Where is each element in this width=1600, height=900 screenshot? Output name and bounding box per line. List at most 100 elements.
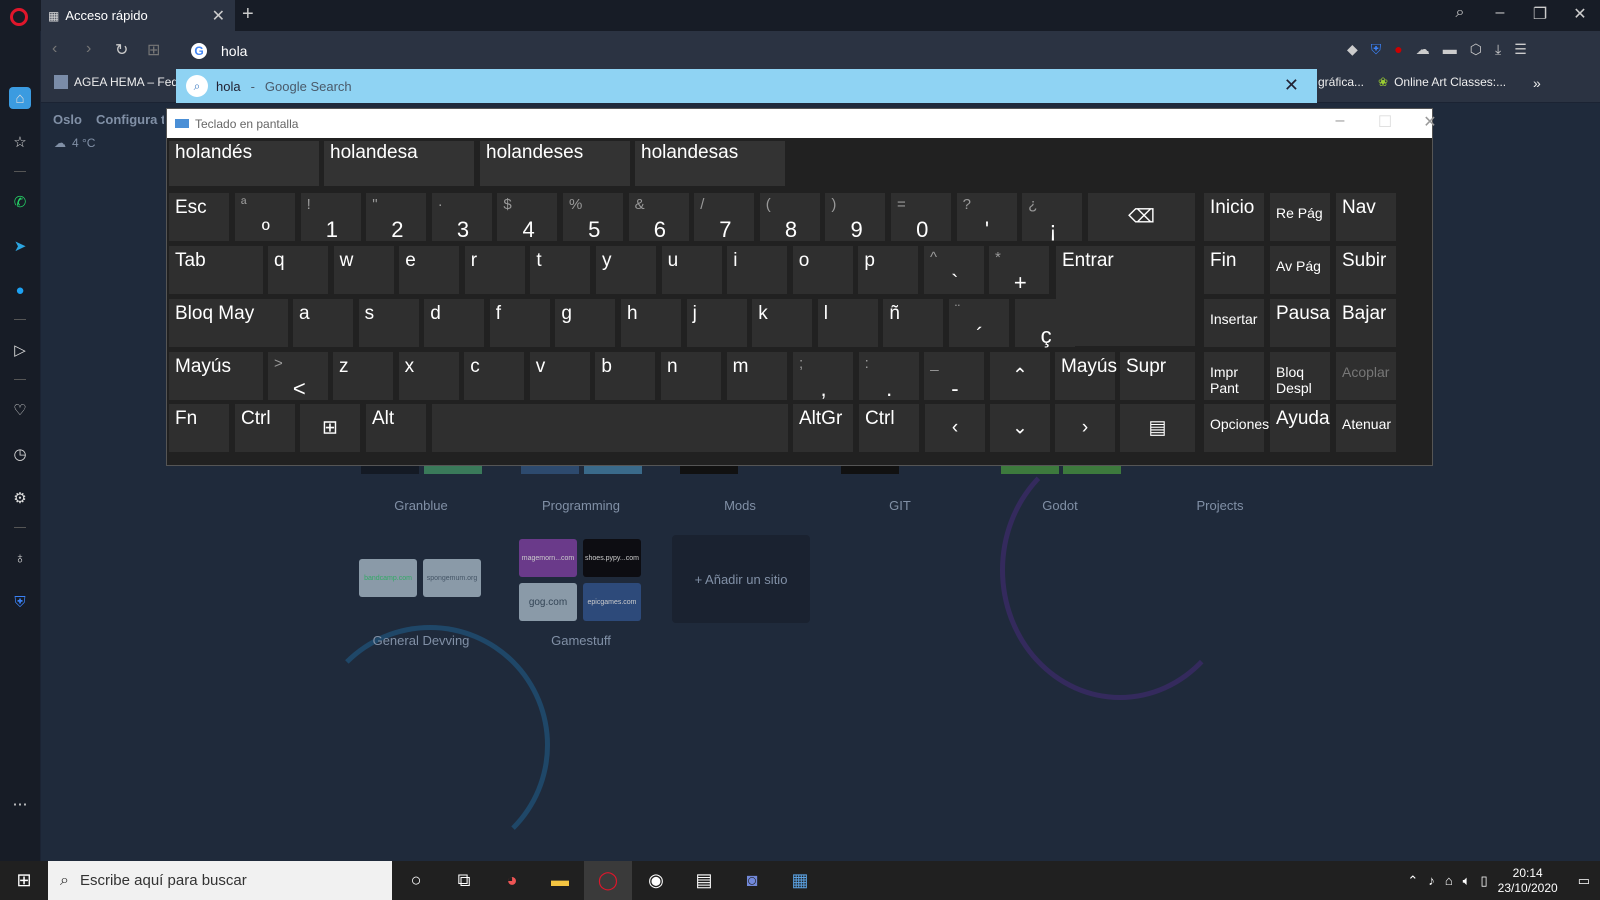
tray-chevron-icon[interactable]: ⌃ xyxy=(1407,873,1418,889)
close-window-button[interactable]: ✕ xyxy=(1565,4,1595,24)
key-enter[interactable]: Entrar xyxy=(1056,246,1195,346)
key-caps-lock[interactable]: Bloq May xyxy=(169,299,288,347)
dial-folder-label[interactable]: GIT xyxy=(840,498,960,513)
key-pgup[interactable]: Re Pág xyxy=(1270,193,1330,241)
suggestion-close-icon[interactable]: ✕ xyxy=(1284,75,1299,96)
key-symbol[interactable]: ^ ` xyxy=(924,246,984,295)
cube-icon[interactable]: ⬡ xyxy=(1470,41,1482,58)
key-letter[interactable]: ñ xyxy=(883,299,944,347)
key-shift[interactable]: Mayús xyxy=(169,352,263,400)
address-input[interactable]: G hola xyxy=(176,36,1316,66)
windows-start-icon[interactable]: ⊞ xyxy=(0,861,48,900)
dial-folder-label[interactable]: Projects xyxy=(1160,498,1280,513)
key-space[interactable] xyxy=(432,404,788,452)
key-digit[interactable]: ? ' xyxy=(956,193,1017,242)
key-digit[interactable]: = 0 xyxy=(891,193,951,242)
osk-taskbar-icon[interactable]: ▦ xyxy=(776,861,824,900)
key-digit[interactable]: ¿ ¡ xyxy=(1022,193,1083,242)
key-esc[interactable]: Esc xyxy=(169,193,229,241)
steam-icon[interactable]: ◉ xyxy=(632,861,680,900)
key-letter[interactable]: s xyxy=(358,299,419,347)
extension-icon[interactable]: ☁ xyxy=(1416,41,1430,58)
key-letter[interactable]: v xyxy=(529,352,590,400)
history-icon[interactable]: ◷ xyxy=(9,443,31,465)
home-icon[interactable]: ⌂ xyxy=(9,87,31,109)
paint-icon[interactable]: ◕ xyxy=(488,861,536,900)
weather-configure[interactable]: Configura t xyxy=(96,112,164,127)
key-letter[interactable]: g xyxy=(555,299,616,347)
key-letter[interactable]: o xyxy=(792,246,853,294)
key-ins[interactable]: Insertar xyxy=(1204,299,1264,347)
opera-logo-icon[interactable] xyxy=(10,8,28,26)
key-delete[interactable]: Supr xyxy=(1120,352,1195,400)
new-tab-button[interactable]: + xyxy=(242,3,254,26)
key-home[interactable]: Inicio xyxy=(1204,193,1264,241)
prediction-item[interactable]: holandesas xyxy=(635,141,785,186)
key-digit[interactable]: (8 xyxy=(759,193,820,242)
key-letter[interactable]: e xyxy=(399,246,460,294)
key-letter[interactable]: z xyxy=(333,352,393,400)
tabs-grid-icon[interactable]: ⊞ xyxy=(147,40,160,60)
key-pause[interactable]: Pausa xyxy=(1270,299,1330,347)
key-letter[interactable]: r xyxy=(464,246,525,294)
key-nav[interactable]: Nav xyxy=(1336,193,1396,241)
key-up[interactable]: Subir xyxy=(1336,246,1396,294)
key-shift-right[interactable]: Mayús xyxy=(1055,352,1117,400)
key-alt[interactable]: Alt xyxy=(366,404,426,452)
twitter-icon[interactable]: ● xyxy=(9,279,31,301)
add-site-button[interactable]: + Añadir un sitio xyxy=(672,535,810,623)
key-letter[interactable]: c xyxy=(464,352,525,400)
prediction-item[interactable]: holandesa xyxy=(324,141,474,186)
restore-button[interactable]: ❐ xyxy=(1525,4,1555,24)
key-letter[interactable]: n xyxy=(661,352,721,400)
search-suggestion[interactable]: ⌕ hola - Google Search ✕ xyxy=(176,69,1317,103)
osk-close-button[interactable]: ✕ xyxy=(1410,112,1450,132)
key-symbol[interactable]: _ - xyxy=(924,352,985,401)
key-symbol[interactable]: > < xyxy=(268,352,328,401)
microphone-icon[interactable]: ♪ xyxy=(1428,873,1435,888)
volume-icon[interactable]: 🔈︎ xyxy=(1463,873,1471,889)
key-fn[interactable]: Fn xyxy=(169,404,229,452)
folder-icon[interactable]: ▬ xyxy=(1443,41,1457,58)
key-altgr[interactable]: AltGr xyxy=(793,404,853,452)
dial-folder-label[interactable]: Gamestuff xyxy=(521,633,641,648)
key-left-arrow-icon[interactable]: ‹ xyxy=(925,404,985,452)
key-backspace-icon[interactable]: ⌫ xyxy=(1088,193,1195,241)
key-letter[interactable]: m xyxy=(726,352,787,400)
key-fade[interactable]: Atenuar xyxy=(1336,404,1396,452)
key-digit[interactable]: /7 xyxy=(694,193,755,242)
key-windows-icon[interactable]: ⊞ xyxy=(300,404,360,452)
usb-icon[interactable]: ▯ xyxy=(1480,873,1487,889)
prediction-item[interactable]: holandeses xyxy=(480,141,630,186)
heart-icon[interactable]: ♡ xyxy=(9,399,31,421)
dial-folder-label[interactable]: Mods xyxy=(680,498,800,513)
key-symbol[interactable]: * + xyxy=(989,246,1049,295)
key-letter[interactable]: d xyxy=(424,299,485,347)
key-symbol[interactable]: :. xyxy=(858,352,919,401)
key-down-arrow-icon[interactable]: ⌄ xyxy=(990,404,1050,452)
bookmark-item[interactable]: ❀ Online Art Classes:... xyxy=(1378,75,1506,89)
key-digit[interactable]: ªº xyxy=(235,193,295,242)
key-down[interactable]: Bajar xyxy=(1336,299,1396,347)
key-up-arrow-icon[interactable]: ⌃ xyxy=(990,352,1050,400)
dial-folder-gamestuff[interactable]: magemorn...com shoes.pypy...com gog.com … xyxy=(515,535,655,625)
file-explorer-icon[interactable]: ▬ xyxy=(536,861,584,900)
send-icon[interactable]: ▷ xyxy=(9,339,31,361)
key-letter[interactable]: b xyxy=(595,352,656,400)
key-menu-icon[interactable]: ▤ xyxy=(1120,404,1195,452)
key-pgdn[interactable]: Av Pág xyxy=(1270,246,1330,294)
dial-folder-label[interactable]: Programming xyxy=(521,498,641,513)
bookmarks-more-icon[interactable]: » xyxy=(1533,75,1541,91)
prediction-item[interactable]: holandés xyxy=(169,141,319,186)
reload-icon[interactable]: ↻ xyxy=(115,40,128,60)
cortana-icon[interactable]: ○ xyxy=(392,861,440,900)
minimize-button[interactable]: – xyxy=(1485,4,1515,22)
task-view-icon[interactable]: ⧉ xyxy=(440,861,488,900)
key-digit[interactable]: % 5 xyxy=(563,193,623,242)
key-digit[interactable]: & 6 xyxy=(628,193,689,242)
forward-icon[interactable]: › xyxy=(86,40,91,58)
key-digit[interactable]: $4 xyxy=(497,193,558,242)
key-letter[interactable]: x xyxy=(398,352,459,400)
dial-folder-label[interactable]: Granblue xyxy=(361,498,481,513)
bookmarks-icon[interactable]: ☆ xyxy=(9,131,31,153)
